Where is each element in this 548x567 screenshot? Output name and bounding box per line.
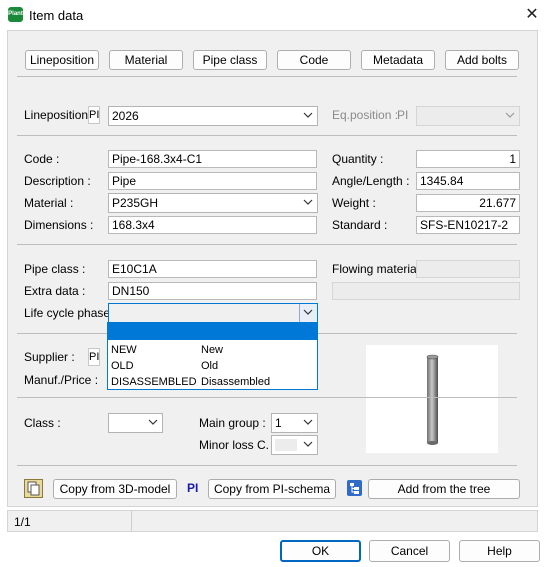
extra-data-field[interactable]: DN150 — [108, 282, 317, 300]
angle-length-field[interactable]: 1345.84 — [416, 172, 520, 190]
code-field[interactable]: Pipe-168.3x4-C1 — [108, 150, 317, 168]
class-label: Class : — [24, 416, 61, 430]
option-name: New — [201, 344, 224, 356]
close-icon[interactable]: ✕ — [520, 3, 544, 27]
page-counter: 1/1 — [14, 515, 31, 529]
class-select[interactable] — [108, 413, 163, 433]
flowing-material-description — [332, 282, 520, 300]
lifecycle-option-new[interactable]: NEW New — [111, 342, 316, 358]
lifecycle-option-disassembled[interactable]: DISASSEMBLED Disassembled — [111, 374, 316, 390]
option-name: Old — [201, 360, 219, 372]
material-label: Material : — [24, 196, 74, 210]
life-cycle-phase-select[interactable] — [108, 303, 318, 323]
window-title: Item data — [29, 8, 84, 23]
status-bar: 1/1 — [7, 510, 538, 532]
tab-metadata[interactable]: Metadata — [361, 50, 435, 70]
pipe-class-field[interactable]: E10C1A — [108, 260, 317, 278]
copy-icon[interactable] — [24, 479, 43, 498]
lineposition-select[interactable]: 2026 — [108, 106, 318, 126]
ok-button[interactable]: OK — [280, 540, 361, 562]
supplier-pi-button[interactable]: PI — [88, 348, 100, 366]
supplier-label: Supplier : — [24, 350, 75, 364]
separator — [17, 76, 517, 77]
add-from-the-tree-button[interactable]: Add from the tree — [368, 479, 520, 499]
tab-add-bolts[interactable]: Add bolts — [445, 50, 519, 70]
main-group-value: 1 — [275, 416, 282, 430]
help-button[interactable]: Help — [459, 540, 540, 562]
dimensions-field[interactable]: 168.3x4 — [108, 216, 317, 234]
chevron-down-icon — [303, 199, 313, 205]
flowing-material-label: Flowing material : — [332, 262, 427, 276]
standard-field[interactable]: SFS-EN10217-2 — [416, 216, 520, 234]
dropdown-selected-row[interactable] — [108, 323, 317, 340]
cancel-button[interactable]: Cancel — [369, 540, 450, 562]
separator — [17, 135, 517, 136]
weight-label: Weight : — [332, 196, 376, 210]
angle-length-label: Angle/Length : — [332, 174, 410, 188]
tab-material[interactable]: Material — [109, 50, 183, 70]
copy-from-3d-model-button[interactable]: Copy from 3D-model — [53, 479, 177, 499]
tree-icon — [347, 480, 362, 496]
dimensions-label: Dimensions : — [24, 218, 94, 232]
chevron-down-icon — [148, 419, 158, 425]
lifecycle-option-old[interactable]: OLD Old — [111, 358, 316, 374]
separator — [17, 244, 517, 245]
quantity-label: Quantity : — [332, 152, 384, 166]
eq-position-select[interactable] — [416, 106, 520, 126]
lineposition-value: 2026 — [112, 109, 139, 123]
tab-lineposition[interactable]: Lineposition — [25, 50, 99, 70]
eq-position-pi: PI — [397, 108, 409, 122]
option-code: NEW — [111, 344, 137, 356]
weight-field[interactable]: 21.677 — [416, 194, 520, 212]
item-3d-preview — [366, 345, 498, 453]
chevron-down-icon — [505, 112, 515, 118]
minor-loss-label: Minor loss C. : — [199, 438, 276, 452]
copy-from-pi-schema-button[interactable]: Copy from PI-schema — [208, 479, 336, 499]
eq-position-label: Eq.position : — [332, 108, 399, 122]
option-name: Disassembled — [201, 376, 271, 388]
lineposition-label: Lineposition : — [24, 108, 95, 122]
app-logo-icon: Plant — [8, 7, 23, 22]
life-cycle-phase-dropdown[interactable]: NEW New OLD Old DISASSEMBLED Disassemble… — [107, 322, 318, 390]
main-group-select[interactable]: 1 — [271, 413, 318, 433]
pi-schema-icon: PI — [187, 481, 199, 495]
manuf-price-label: Manuf./Price : — [24, 373, 99, 387]
quantity-field[interactable]: 1 — [416, 150, 520, 168]
life-cycle-phase-label: Life cycle phase: — [24, 306, 114, 320]
chevron-down-icon — [303, 441, 313, 447]
description-field[interactable]: Pipe — [108, 172, 317, 190]
material-value: P235GH — [112, 196, 159, 210]
option-code: OLD — [111, 360, 134, 372]
tab-pipe-class[interactable]: Pipe class — [193, 50, 267, 70]
chevron-down-icon — [303, 419, 313, 425]
material-select[interactable]: P235GH — [108, 193, 318, 213]
main-group-label: Main group : — [199, 416, 266, 430]
option-code: DISASSEMBLED — [111, 376, 197, 388]
extra-data-label: Extra data : — [24, 284, 86, 298]
code-label: Code : — [24, 152, 60, 166]
pipe-class-label: Pipe class : — [24, 262, 86, 276]
standard-label: Standard : — [332, 218, 388, 232]
description-label: Description : — [24, 174, 91, 188]
chevron-down-icon — [303, 309, 313, 315]
pipe-model-icon — [426, 354, 439, 445]
tab-code[interactable]: Code — [277, 50, 351, 70]
lineposition-pi-button[interactable]: PI — [88, 106, 100, 124]
chevron-down-icon — [303, 112, 313, 118]
separator — [17, 465, 517, 466]
separator — [17, 397, 517, 398]
flowing-material-field[interactable] — [416, 260, 520, 278]
minor-loss-select[interactable] — [271, 435, 318, 455]
